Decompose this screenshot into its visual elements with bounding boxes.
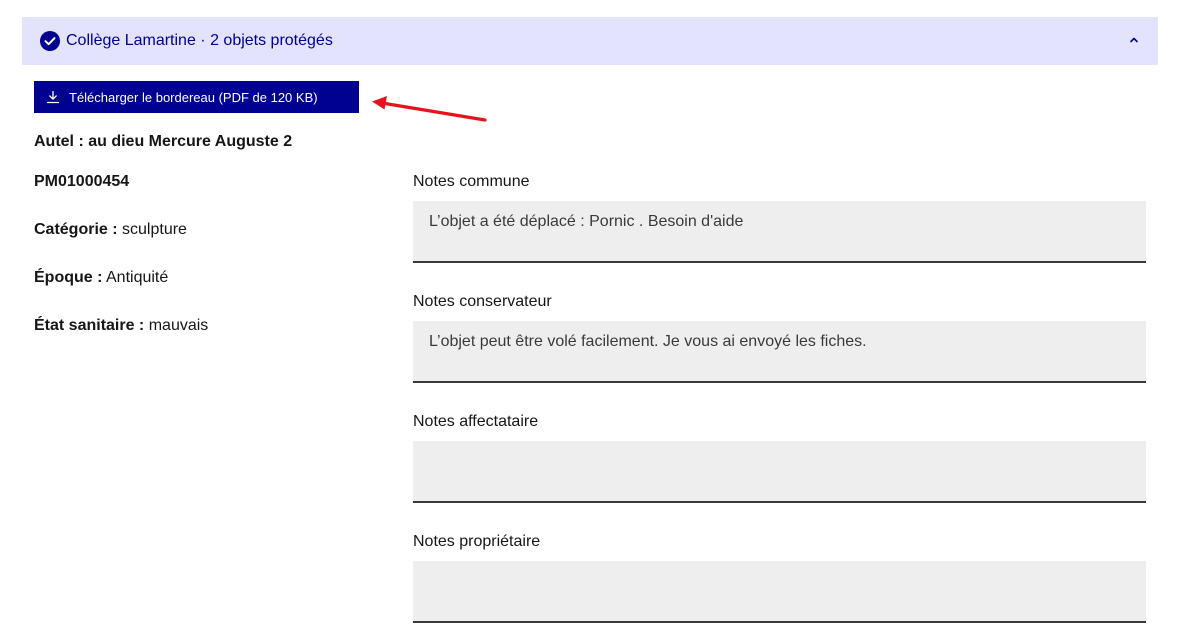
- accordion-title: Collège Lamartine · 2 objets protégés: [66, 32, 333, 49]
- category-label: Catégorie :: [34, 221, 118, 238]
- notes-affectataire-label: Notes affectataire: [413, 413, 539, 430]
- download-button-label: Télécharger le bordereau (PDF de 120 KB): [69, 89, 318, 105]
- accordion-header[interactable]: Collège Lamartine · 2 objets protégés: [22, 17, 1158, 65]
- chevron-up-icon[interactable]: [1128, 34, 1140, 46]
- notes-proprietaire-label: Notes propriétaire: [413, 533, 541, 550]
- object-title: Autel : au dieu Mercure Auguste 2: [34, 133, 293, 150]
- notes-conservateur-label: Notes conservateur: [413, 293, 552, 310]
- notes-conservateur-field[interactable]: L’objet peut être volé facilement. Je vo…: [413, 321, 1146, 383]
- download-icon: [46, 90, 60, 104]
- annotation-arrow-icon: [372, 96, 487, 122]
- object-category: Catégorie : sculpture: [34, 220, 187, 240]
- object-epoque: Époque : Antiquité: [34, 268, 168, 288]
- etat-value: mauvais: [148, 317, 209, 334]
- notes-proprietaire-field[interactable]: [413, 561, 1146, 623]
- notes-affectataire-field[interactable]: [413, 441, 1146, 503]
- object-reference: PM01000454: [34, 173, 130, 190]
- check-circle-icon: [40, 31, 60, 51]
- notes-commune-label: Notes commune: [413, 173, 530, 190]
- download-bordereau-button[interactable]: Télécharger le bordereau (PDF de 120 KB): [34, 81, 359, 113]
- notes-commune-field[interactable]: L’objet a été déplacé : Pornic . Besoin …: [413, 201, 1146, 263]
- etat-label: État sanitaire :: [34, 317, 145, 334]
- epoque-label: Époque :: [34, 269, 103, 286]
- category-value: sculpture: [122, 221, 187, 238]
- epoque-value: Antiquité: [106, 269, 169, 286]
- object-etat-sanitaire: État sanitaire : mauvais: [34, 316, 208, 336]
